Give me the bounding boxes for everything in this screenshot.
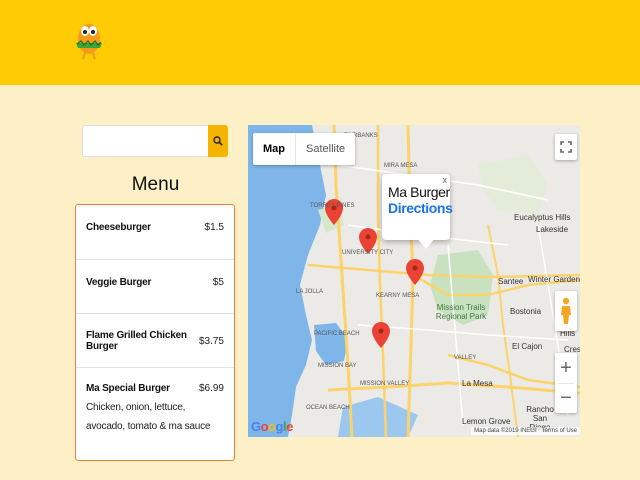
map-data-credit: Map data ©2019 INEGI bbox=[474, 428, 537, 434]
info-window-title: Ma Burger bbox=[388, 184, 450, 200]
map-place-label: Mission Trails Regional Park bbox=[435, 303, 487, 321]
map-place-label: Winter Gardens bbox=[528, 275, 580, 284]
map-type-satellite-button[interactable]: Satellite bbox=[296, 133, 355, 165]
menu-item-name: Flame Grilled Chicken Burger bbox=[86, 330, 187, 352]
fullscreen-icon bbox=[560, 141, 572, 153]
directions-link[interactable]: Directions bbox=[388, 200, 453, 216]
map-view[interactable]: FAIRBANKS MIRA MESA TORREY PINES UNIVERS… bbox=[248, 125, 580, 437]
map-place-label: MIRA MESA bbox=[384, 163, 418, 169]
menu-item[interactable]: Flame Grilled Chicken Burger $3.75 bbox=[76, 314, 234, 368]
zoom-control: + − bbox=[555, 353, 577, 413]
map-place-label: LA JOLLA bbox=[296, 289, 324, 295]
menu-item-name: Ma Special Burger bbox=[86, 383, 170, 394]
google-logo-letter: G bbox=[251, 419, 261, 434]
menu-item-price: $6.99 bbox=[198, 383, 224, 394]
orange-mascot-logo-icon[interactable] bbox=[72, 17, 106, 61]
map-place-label: Lakeside bbox=[536, 225, 569, 234]
map-attribution: Map data ©2019 INEGI Terms of Use bbox=[471, 427, 580, 435]
menu-item[interactable]: Veggie Burger $5 bbox=[76, 260, 234, 314]
info-window-close-button[interactable]: x bbox=[443, 175, 448, 185]
menu-item-price: $3.75 bbox=[198, 335, 224, 347]
map-place-label: MISSION BAY bbox=[318, 363, 357, 369]
search-icon bbox=[213, 136, 223, 146]
google-logo-letter: g bbox=[275, 419, 284, 434]
map-place-label: Eucalyptus Hills bbox=[514, 213, 571, 222]
menu-item-name: Veggie Burger bbox=[86, 277, 152, 288]
pegman-icon bbox=[561, 297, 571, 324]
info-window-tail bbox=[416, 237, 436, 249]
menu-item-name: Cheeseburger bbox=[86, 222, 151, 233]
map-place-label: El Cajon bbox=[512, 342, 543, 351]
menu-item-price: $1.5 bbox=[204, 222, 224, 233]
map-type-map-button[interactable]: Map bbox=[253, 133, 296, 165]
zoom-out-button[interactable]: − bbox=[555, 384, 577, 414]
zoom-in-button[interactable]: + bbox=[555, 353, 577, 383]
search-bar bbox=[82, 125, 228, 157]
map-type-control: Map Satellite bbox=[253, 133, 356, 165]
street-view-button[interactable] bbox=[555, 291, 577, 331]
map-place-label: Bostonia bbox=[510, 307, 542, 316]
menu-item[interactable]: Ma Special Burger $6.99 Chicken, onion, … bbox=[76, 368, 234, 436]
map-place-label: VALLEY bbox=[454, 355, 477, 361]
google-logo-letter: e bbox=[286, 419, 293, 434]
map-place-label: La Mesa bbox=[462, 379, 493, 388]
menu-list: Cheeseburger $1.5 Veggie Burger $5 Flame… bbox=[75, 204, 235, 461]
search-input[interactable] bbox=[82, 125, 208, 157]
map-place-label: MISSION VALLEY bbox=[360, 381, 410, 387]
map-place-label: TORREY PINES bbox=[310, 203, 355, 209]
header-bar bbox=[0, 0, 640, 85]
menu-item-description: Chicken, onion, lettuce, avocado, tomato… bbox=[86, 402, 211, 432]
fullscreen-button[interactable] bbox=[555, 134, 577, 160]
google-logo[interactable]: Google bbox=[251, 419, 293, 434]
map-place-label: KEARNY MESA bbox=[376, 293, 420, 299]
info-window: x Ma Burger Directions bbox=[382, 174, 453, 249]
menu-heading: Menu bbox=[131, 174, 180, 195]
map-place-label: PACIFIC BEACH bbox=[314, 331, 360, 337]
menu-item-price: $5 bbox=[212, 277, 224, 288]
map-place-label: Santee bbox=[498, 277, 524, 286]
google-logo-letter: o bbox=[268, 419, 276, 434]
google-logo-letter: o bbox=[260, 419, 269, 434]
search-button[interactable] bbox=[208, 125, 228, 157]
map-place-label: OCEAN BEACH bbox=[306, 405, 350, 411]
menu-item[interactable]: Cheeseburger $1.5 bbox=[76, 205, 234, 260]
map-place-label: Lemon Grove bbox=[462, 417, 511, 426]
terms-of-use-link[interactable]: Terms of Use bbox=[542, 428, 577, 434]
map-place-label: UNIVERSITY CITY bbox=[342, 250, 394, 256]
